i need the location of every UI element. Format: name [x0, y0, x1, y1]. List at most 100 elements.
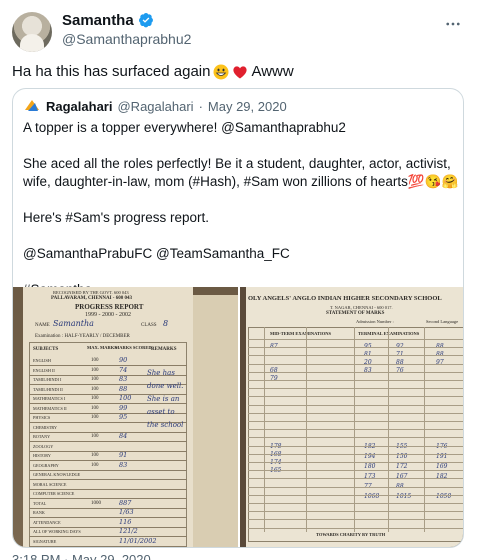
- scored-marks: 88: [119, 384, 128, 393]
- row-rule: [29, 441, 187, 442]
- quoted-avatar[interactable]: [23, 97, 41, 115]
- author-name[interactable]: Samantha: [62, 12, 134, 29]
- row-rule: [29, 498, 187, 499]
- scored-marks: 99: [119, 403, 128, 412]
- subject-label: COMPUTER SCIENCE: [33, 491, 75, 496]
- terminal-total: 172: [396, 463, 408, 470]
- quoted-paragraph: Here's #Sam's progress report.: [23, 210, 209, 225]
- row-rule: [29, 488, 187, 490]
- row-rule: [29, 517, 187, 518]
- scored-marks: 91: [119, 451, 128, 459]
- mid-term-mark: 68: [270, 367, 278, 374]
- subject-label: ENGLISH: [33, 358, 51, 363]
- grid-rule: [248, 388, 463, 390]
- subject-label: RANK: [33, 510, 45, 515]
- avatar[interactable]: [12, 12, 52, 52]
- max-marks: 100: [91, 377, 99, 382]
- paper-edge: [189, 295, 238, 547]
- max-marks: 100: [91, 434, 99, 439]
- subject-label: PHYSICS: [33, 415, 51, 420]
- more-options-icon[interactable]: [443, 14, 463, 34]
- statement-of-marks-sheet: OLY ANGELS' ANGLO INDIAN HIGHER SECONDAR…: [246, 287, 463, 547]
- grid-rule: [248, 371, 463, 373]
- progress-report-photo-left[interactable]: RECOGNISED BY THE GOVT. 600 043 PALLAVAR…: [13, 287, 238, 547]
- scored-marks: 121/2: [119, 527, 138, 535]
- statement-title: STATEMENT OF MARKS: [326, 311, 385, 316]
- grid-rule: [248, 470, 463, 472]
- max-marks: 100: [91, 396, 99, 401]
- report-name-value: Samantha: [53, 319, 94, 328]
- max-marks: 100: [91, 367, 99, 373]
- max-marks: 100: [91, 405, 99, 411]
- grid-rule: [248, 503, 463, 504]
- grid-rule: [248, 412, 463, 414]
- scored-marks: 84: [119, 432, 128, 440]
- max-marks: 100: [91, 358, 99, 363]
- report-year: 1999 - 2000 - 2002: [85, 312, 131, 318]
- col-subjects: SUBJECTS: [33, 347, 59, 352]
- quoted-paragraph: She aced all the roles perfectly! Be it …: [23, 156, 459, 189]
- quoted-paragraph: @SamanthaPrabuFC @TeamSamantha_FC: [23, 246, 290, 261]
- grid-rule: [248, 380, 463, 381]
- report-title: PROGRESS REPORT: [75, 303, 144, 311]
- author-block: Samantha @Samanthaprabhu2: [62, 11, 191, 48]
- grid-column-rule: [306, 327, 307, 532]
- row-rule: [29, 479, 187, 480]
- quoted-author-handle[interactable]: @Ragalahari: [117, 99, 193, 114]
- tweet-timestamp[interactable]: 3:18 PM · May 29, 2020: [12, 552, 151, 560]
- max-marks: 100: [91, 386, 99, 392]
- subject-label: GEOGRAPHY: [33, 462, 59, 468]
- subject-label: CHEMISTRY: [33, 424, 57, 430]
- grid-column-rule: [388, 327, 389, 532]
- meta-separator: ·: [198, 98, 203, 114]
- grid-rule: [248, 437, 463, 439]
- scored-marks: 100: [119, 394, 132, 402]
- subject-label: SIGNATURE: [33, 538, 57, 544]
- quoted-date[interactable]: May 29, 2020: [208, 99, 287, 114]
- tweet-text-tail: Awww: [251, 63, 294, 80]
- max-marks: 100: [91, 453, 99, 458]
- remark-text: asset to: [147, 408, 175, 416]
- quoted-paragraph: A topper is a topper everywhere! @Samant…: [23, 120, 346, 135]
- tweet-text-main: Ha ha this has surfaced again: [12, 63, 211, 80]
- remark-text: She is an: [147, 395, 180, 403]
- grid-rule: [248, 511, 463, 513]
- grid-rule: [248, 519, 463, 521]
- report-class-value: 8: [163, 319, 169, 328]
- school-name: OLY ANGELS' ANGLO INDIAN HIGHER SECONDAR…: [248, 295, 442, 302]
- remark-text: done well.: [147, 382, 184, 390]
- subject-label: ATTENDANCE: [33, 519, 61, 525]
- row-rule: [29, 403, 187, 404]
- tweet-text: Ha ha this has surfaced again Awww: [12, 62, 294, 82]
- scored-marks: 11/01/2002: [119, 536, 157, 545]
- terminal-mark: 76: [396, 367, 404, 374]
- subject-label: MORAL SCIENCE: [33, 481, 67, 487]
- row-rule: [29, 507, 187, 509]
- quoted-tweet[interactable]: Ragalahari @Ragalahari · May 29, 2020 A …: [12, 88, 464, 548]
- subject-label: MATHEMATICS II: [33, 405, 67, 411]
- remark-text: the school: [147, 421, 184, 429]
- grid-rule: [248, 462, 463, 463]
- second-language: Second Language: [426, 319, 459, 324]
- progress-report-photo-right[interactable]: OLY ANGELS' ANGLO INDIAN HIGHER SECONDAR…: [240, 287, 463, 547]
- quoted-media[interactable]: RECOGNISED BY THE GOVT. 600 043 PALLAVAR…: [13, 287, 463, 547]
- quoted-author-name[interactable]: Ragalahari: [46, 99, 112, 114]
- report-header-place: PALLAVARAM, CHENNAI - 600 043: [51, 296, 132, 301]
- row-rule: [29, 469, 187, 471]
- row-rule: [29, 450, 187, 452]
- red-heart-emoji-icon: [232, 64, 248, 80]
- terminal-mark: 88: [396, 359, 404, 366]
- author-handle[interactable]: @Samanthaprabhu2: [62, 31, 191, 47]
- subject-label: ZOOLOGY: [33, 443, 54, 449]
- school-motto: TOWARDS CHARITY BY TRUTH: [316, 532, 386, 537]
- grid-rule: [248, 421, 463, 422]
- grid-rule: [248, 396, 463, 398]
- grid-rule: [248, 339, 463, 340]
- grinning-face-emoji-icon: [213, 64, 229, 80]
- subject-label: ENGLISH II: [33, 367, 55, 373]
- school-address: T. NAGAR, CHENNAI - 600 017.: [330, 305, 393, 310]
- subject-label: TAMIL/HINDI I: [33, 377, 62, 382]
- grid-column-rule: [264, 327, 265, 532]
- grid-rule: [248, 486, 463, 488]
- grid-rule: [248, 355, 463, 357]
